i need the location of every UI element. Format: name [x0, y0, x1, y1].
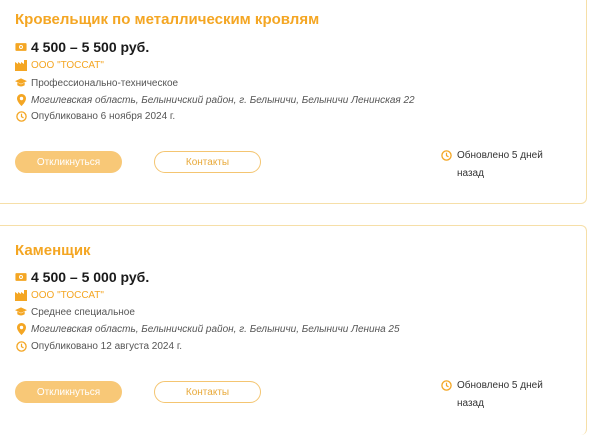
company-name[interactable]: ООО "ТОССАТ": [31, 60, 104, 71]
address-row: Могилевская область, Белыничский район, …: [15, 94, 415, 106]
education-row: Среднее специальное: [15, 306, 135, 318]
graduation-cap-icon: [15, 77, 27, 89]
published-date: Опубликовано 6 ноября 2024 г.: [31, 110, 176, 122]
salary-row: 4 500 – 5 000 руб.: [15, 269, 149, 285]
company-row: ООО "ТОССАТ": [15, 289, 104, 301]
address: Могилевская область, Белыничский район, …: [31, 323, 400, 335]
clock-icon: [441, 380, 453, 392]
updated-text: Обновлено 5 дней назад: [457, 150, 543, 179]
salary-value: 4 500 – 5 000 руб.: [31, 269, 150, 285]
factory-icon: [15, 289, 27, 301]
company-row: ООО "ТОССАТ": [15, 59, 104, 71]
money-icon: [15, 41, 27, 53]
respond-button[interactable]: Откликнуться: [15, 381, 122, 403]
updated-info: Обновлено 5 дней назад: [441, 377, 561, 413]
updated-info: Обновлено 5 дней назад: [441, 147, 561, 183]
location-pin-icon: [15, 323, 27, 335]
updated-text: Обновлено 5 дней назад: [457, 380, 543, 409]
vacancy-title[interactable]: Кровельщик по металлическим кровлям: [15, 11, 319, 28]
address: Могилевская область, Белыничский район, …: [31, 94, 415, 106]
salary-row: 4 500 – 5 500 руб.: [15, 39, 149, 55]
education-level: Профессионально-техническое: [31, 77, 179, 89]
education-row: Профессионально-техническое: [15, 77, 178, 89]
money-icon: [15, 271, 27, 283]
vacancy-title[interactable]: Каменщик: [15, 242, 91, 259]
factory-icon: [15, 59, 27, 71]
address-row: Могилевская область, Белыничский район, …: [15, 323, 400, 335]
graduation-cap-icon: [15, 306, 27, 318]
location-pin-icon: [15, 94, 27, 106]
clock-icon: [15, 110, 27, 122]
clock-icon: [15, 340, 27, 352]
contacts-button[interactable]: Контакты: [154, 151, 261, 173]
clock-icon: [441, 150, 453, 162]
salary-value: 4 500 – 5 500 руб.: [31, 39, 150, 55]
education-level: Среднее специальное: [31, 306, 135, 318]
contacts-button[interactable]: Контакты: [154, 381, 261, 403]
company-name[interactable]: ООО "ТОССАТ": [31, 290, 104, 301]
published-date: Опубликовано 12 августа 2024 г.: [31, 340, 183, 352]
respond-button[interactable]: Откликнуться: [15, 151, 122, 173]
published-row: Опубликовано 12 августа 2024 г.: [15, 340, 182, 352]
published-row: Опубликовано 6 ноября 2024 г.: [15, 110, 175, 122]
